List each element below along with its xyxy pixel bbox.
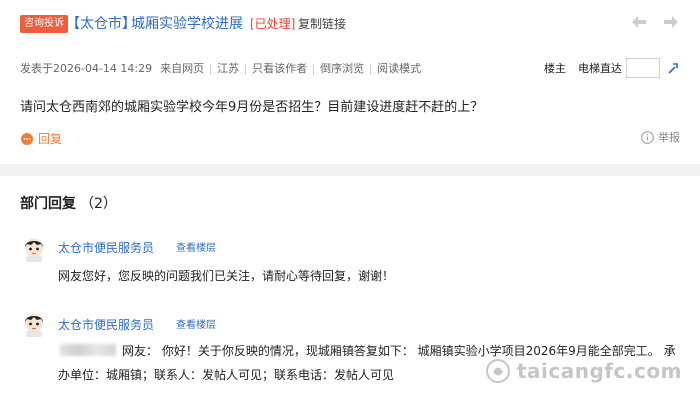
- watermark-text: taicangfc.com: [517, 359, 682, 383]
- site-watermark: taicangfc.com: [485, 358, 682, 384]
- view-floor-link[interactable]: 查看楼层: [176, 318, 216, 334]
- reply-author-name[interactable]: 太仓市便民服务员: [58, 317, 154, 333]
- floor-jump-input[interactable]: [626, 58, 660, 78]
- info-icon: [641, 130, 654, 144]
- report-label: 举报: [658, 131, 680, 144]
- floor-owner-label[interactable]: 楼主: [544, 60, 566, 76]
- divider: [245, 63, 247, 75]
- reply-button[interactable]: 回复: [20, 130, 62, 147]
- reading-mode-link[interactable]: 阅读模式: [377, 61, 421, 77]
- view-floor-link[interactable]: 查看楼层: [176, 241, 216, 257]
- reply-count: （2）: [80, 196, 117, 212]
- post-date: 发表于2026-04-14 14:29: [20, 62, 153, 75]
- comment-icon: [21, 132, 33, 145]
- divider: [210, 63, 212, 75]
- divider: [313, 63, 315, 75]
- avatar[interactable]: [22, 236, 46, 262]
- status-badge: [已处理]: [250, 17, 296, 31]
- watermark-logo-icon: [486, 359, 510, 383]
- reply-text: 网友您好，您反映的问题我们已关注，请耐心等待回复，谢谢！: [58, 269, 395, 283]
- department-heading-text: 部门回复: [20, 196, 76, 212]
- floor-jump-label: 电梯直达: [578, 62, 622, 75]
- reverse-order-link[interactable]: 倒序浏览: [320, 61, 364, 77]
- prev-thread-arrow-icon[interactable]: [630, 14, 648, 30]
- post-region: 江苏: [217, 62, 240, 75]
- report-button[interactable]: 举报: [641, 129, 680, 145]
- department-replies-heading: 部门回复 （2）: [20, 195, 117, 213]
- post-meta: 发表于2026-04-14 14:29 来自网页 江苏 只看该作者 倒序浏览 阅…: [20, 61, 421, 77]
- copy-link-button[interactable]: 复制链接: [298, 15, 346, 33]
- post-source: 来自网页: [160, 62, 205, 75]
- thread-card: 咨询投诉 【太仓市】 城厢实验学校进展 [已处理] 复制链接 发表于2026-0…: [0, 0, 700, 164]
- redacted-username: [60, 344, 116, 356]
- thread-title[interactable]: 城厢实验学校进展: [131, 13, 243, 35]
- reply-text-line: 办单位：城厢镇；联系人：发帖人可见；联系电话：发帖人可见: [58, 368, 395, 382]
- avatar[interactable]: [22, 311, 46, 337]
- floor-jump-go-icon[interactable]: [666, 61, 680, 75]
- reply-label: 回复: [38, 132, 63, 146]
- post-question: 请问太仓西南郊的城厢实验学校今年9月份是否招生？目前建设进度赶不赶的上？: [20, 100, 484, 115]
- divider: [370, 63, 372, 75]
- thread-nav: [630, 14, 680, 30]
- floor-tools: 楼主 电梯直达: [544, 58, 680, 78]
- only-author-link[interactable]: 只看该作者: [252, 61, 307, 77]
- category-badge[interactable]: 咨询投诉: [20, 15, 68, 33]
- next-thread-arrow-icon[interactable]: [662, 14, 680, 30]
- city-tag[interactable]: 【太仓市】: [66, 13, 136, 35]
- reply-author-name[interactable]: 太仓市便民服务员: [58, 240, 154, 256]
